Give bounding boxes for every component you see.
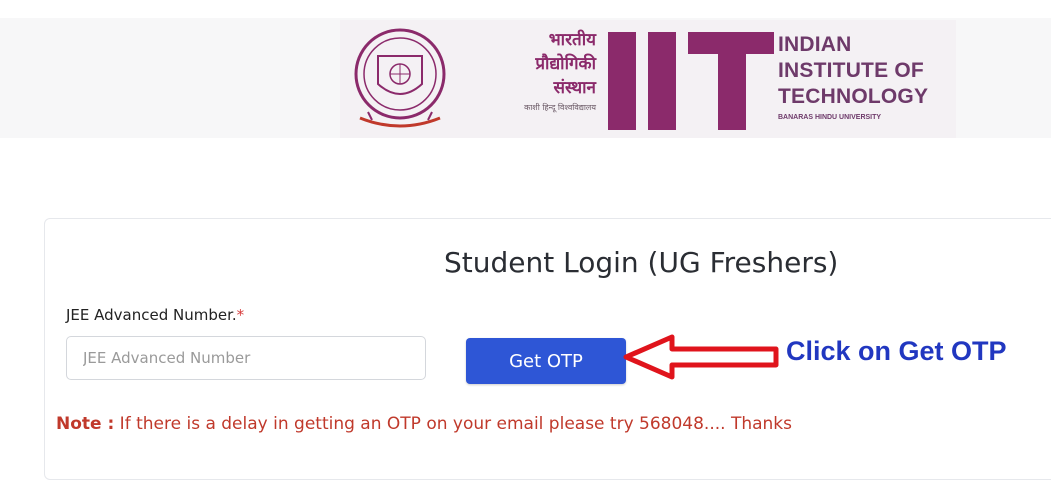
page-title: Student Login (UG Freshers) [444,246,839,279]
note-text: If there is a delay in getting an OTP on… [114,414,793,434]
iit-bhu-logo: भारतीय प्रौद्योगिकी संस्थान काशी हिन्दू … [340,20,956,138]
logo-hindi-sub: काशी हिन्दू विश्वविद्यालय [524,103,596,112]
logo-hindi-line: संस्थान [553,78,596,98]
callout-text: Click on Get OTP [786,336,1007,366]
logo-english-line: INSTITUTE OF [778,59,924,82]
logo-hindi-line: भारतीय [548,30,596,50]
logo-english-text: INDIAN INSTITUTE OF TECHNOLOGY BANARAS H… [778,32,928,121]
logo-english-line: INDIAN [778,33,852,56]
jee-number-label-text: JEE Advanced Number. [66,306,237,324]
required-mark: * [236,306,245,324]
otp-delay-note: Note : If there is a delay in getting an… [56,414,792,434]
jee-number-input[interactable] [66,336,426,380]
logo-english-sub: BANARAS HINDU UNIVERSITY [778,114,882,121]
logo-hindi-line: प्रौद्योगिकी [535,54,596,74]
logo-english-line: TECHNOLOGY [778,85,929,108]
iit-letters-mark [608,32,774,130]
note-prefix: Note : [56,414,115,434]
logo-hindi-text: भारतीय प्रौद्योगिकी संस्थान काशी हिन्दू … [468,28,596,113]
institute-seal-icon [354,28,446,128]
pointer-arrow-icon [623,334,779,380]
get-otp-button[interactable]: Get OTP [466,338,626,384]
jee-number-label: JEE Advanced Number.* [66,306,244,324]
